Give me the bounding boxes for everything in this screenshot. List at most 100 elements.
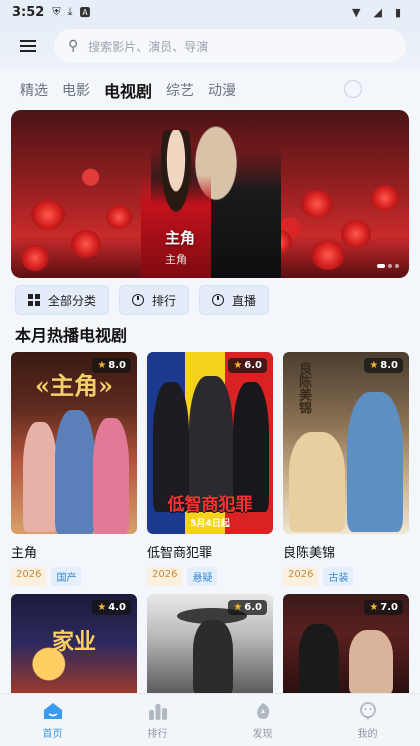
- rating-badge: ★ 8.0: [92, 358, 131, 373]
- star-icon: ★: [233, 360, 243, 371]
- star-icon: ★: [369, 360, 379, 371]
- tab-variety[interactable]: 综艺: [166, 80, 194, 100]
- year-tag: 2026: [11, 567, 47, 586]
- tab-anime[interactable]: 动漫: [208, 80, 236, 100]
- nav-label: 首页: [42, 728, 63, 740]
- status-time: 3:52: [12, 4, 45, 20]
- quick-actions: 全部分类 排行 直播: [15, 285, 270, 315]
- star-icon: ★: [97, 602, 107, 613]
- rating-badge: ★ 7.0: [364, 600, 403, 615]
- poster-figure: [193, 620, 233, 694]
- year-tag: 2026: [283, 567, 319, 586]
- tab-tv-series[interactable]: 电视剧: [104, 78, 152, 102]
- ranking-icon: [148, 703, 167, 720]
- drama-card[interactable]: 低智商犯罪 5月4日起 ★ 6.0 低智商犯罪 2026 悬疑: [147, 352, 273, 586]
- live-button[interactable]: 直播: [199, 285, 270, 315]
- profile-icon: [359, 701, 376, 720]
- drama-poster: 良陈美锦 ★ 8.0: [283, 352, 409, 534]
- banner-rose: [71, 230, 101, 258]
- nav-label: 我的: [357, 728, 378, 740]
- discover-icon: [256, 702, 269, 719]
- banner-rose: [371, 185, 399, 211]
- ranking-button[interactable]: 排行: [119, 285, 190, 315]
- poster-figure: [93, 418, 129, 534]
- chip-label: 直播: [232, 293, 257, 308]
- tab-movies[interactable]: 电影: [62, 80, 90, 100]
- drama-card[interactable]: «主角» ★ 8.0 主角 2026 国产: [11, 352, 137, 586]
- banner-rose: [341, 220, 371, 248]
- nav-home[interactable]: 首页: [0, 694, 105, 746]
- a-icon: 🅰: [79, 6, 91, 19]
- menu-icon[interactable]: [14, 32, 42, 60]
- drama-title: 主角: [11, 546, 38, 561]
- genre-tag: 国产: [51, 567, 82, 586]
- rating-badge: ★ 6.0: [228, 358, 267, 373]
- home-icon: [43, 702, 62, 719]
- poster-figure: [55, 410, 95, 534]
- banner-rose: [31, 200, 65, 230]
- poster-figure: [23, 422, 57, 532]
- banner-rose: [301, 190, 333, 218]
- poster-date: 5月4日起: [190, 519, 230, 529]
- rating-badge: ★ 6.0: [228, 600, 267, 615]
- tab-featured[interactable]: 精选: [20, 80, 48, 100]
- poster-title: 家业: [51, 629, 96, 655]
- genre-tag: 悬疑: [187, 567, 218, 586]
- drama-poster: ★ 6.0: [147, 594, 273, 694]
- banner-rose: [311, 240, 345, 270]
- shield-icon: ⛨: [52, 5, 61, 18]
- banner-rose: [21, 245, 49, 271]
- star-icon: ★: [233, 602, 243, 613]
- all-categories-button[interactable]: 全部分类: [15, 285, 110, 315]
- drama-poster: ★ 7.0: [283, 594, 409, 694]
- status-bar: 3:52 ⛨ ⤓ 🅰 ▼ ◢ ▮: [0, 0, 420, 24]
- nav-label: 排行: [147, 728, 168, 740]
- drama-title: 低智商犯罪: [147, 546, 213, 561]
- star-icon: ★: [369, 602, 379, 613]
- banner-rose: [106, 205, 132, 229]
- drama-poster: 家业 ★ 4.0: [11, 594, 137, 694]
- battery-icon: ▮: [394, 5, 401, 19]
- rating-badge: ★ 4.0: [92, 600, 131, 615]
- year-tag: 2026: [147, 567, 183, 586]
- nav-label: 发现: [252, 728, 273, 740]
- poster-title: 良陈美锦: [296, 362, 311, 414]
- download-icon: ⤓: [67, 5, 73, 18]
- poster-figure: [347, 392, 403, 532]
- clock-icon: [212, 294, 225, 306]
- nav-ranking[interactable]: 排行: [105, 694, 210, 746]
- poster-figure: [289, 432, 345, 532]
- nav-profile[interactable]: 我的: [315, 694, 420, 746]
- drama-title: 良陈美锦: [283, 546, 336, 561]
- clock-icon: [132, 294, 145, 306]
- banner-subtitle: 主角: [165, 253, 187, 266]
- drama-card[interactable]: 家业 ★ 4.0: [11, 594, 137, 694]
- decorative-circle: [344, 80, 362, 98]
- drama-card[interactable]: 良陈美锦 ★ 8.0 良陈美锦 2026 古装: [283, 352, 409, 586]
- top-bar: ⚲ 搜索影片、演员、导演: [0, 24, 420, 68]
- banner-title: 主角: [165, 229, 196, 247]
- drama-card[interactable]: ★ 6.0: [147, 594, 273, 694]
- drama-poster: 低智商犯罪 5月4日起 ★ 6.0: [147, 352, 273, 534]
- poster-figure: [299, 624, 339, 694]
- signal-icon: ◢: [373, 5, 382, 19]
- drama-card[interactable]: ★ 7.0: [283, 594, 409, 694]
- poster-figure: [349, 630, 393, 694]
- banner-pagination: [377, 264, 399, 268]
- poster-title: 低智商犯罪: [167, 495, 253, 515]
- search-placeholder: 搜索影片、演员、导演: [88, 39, 209, 54]
- nav-discover[interactable]: 发现: [210, 694, 315, 746]
- drama-poster: «主角» ★ 8.0: [11, 352, 137, 534]
- rating-badge: ★ 8.0: [364, 358, 403, 373]
- featured-banner[interactable]: 主角 主角: [11, 110, 409, 278]
- wifi-icon: ▼: [352, 5, 361, 19]
- grid-icon: [28, 294, 40, 306]
- search-icon: ⚲: [68, 38, 79, 54]
- bottom-navigation: 首页 排行 发现 我的: [0, 693, 420, 746]
- chip-label: 排行: [152, 293, 177, 308]
- genre-tag: 古装: [323, 567, 354, 586]
- section-title: 本月热播电视剧: [15, 326, 128, 345]
- search-input[interactable]: ⚲ 搜索影片、演员、导演: [54, 29, 406, 63]
- chip-label: 全部分类: [48, 293, 97, 308]
- star-icon: ★: [97, 360, 107, 371]
